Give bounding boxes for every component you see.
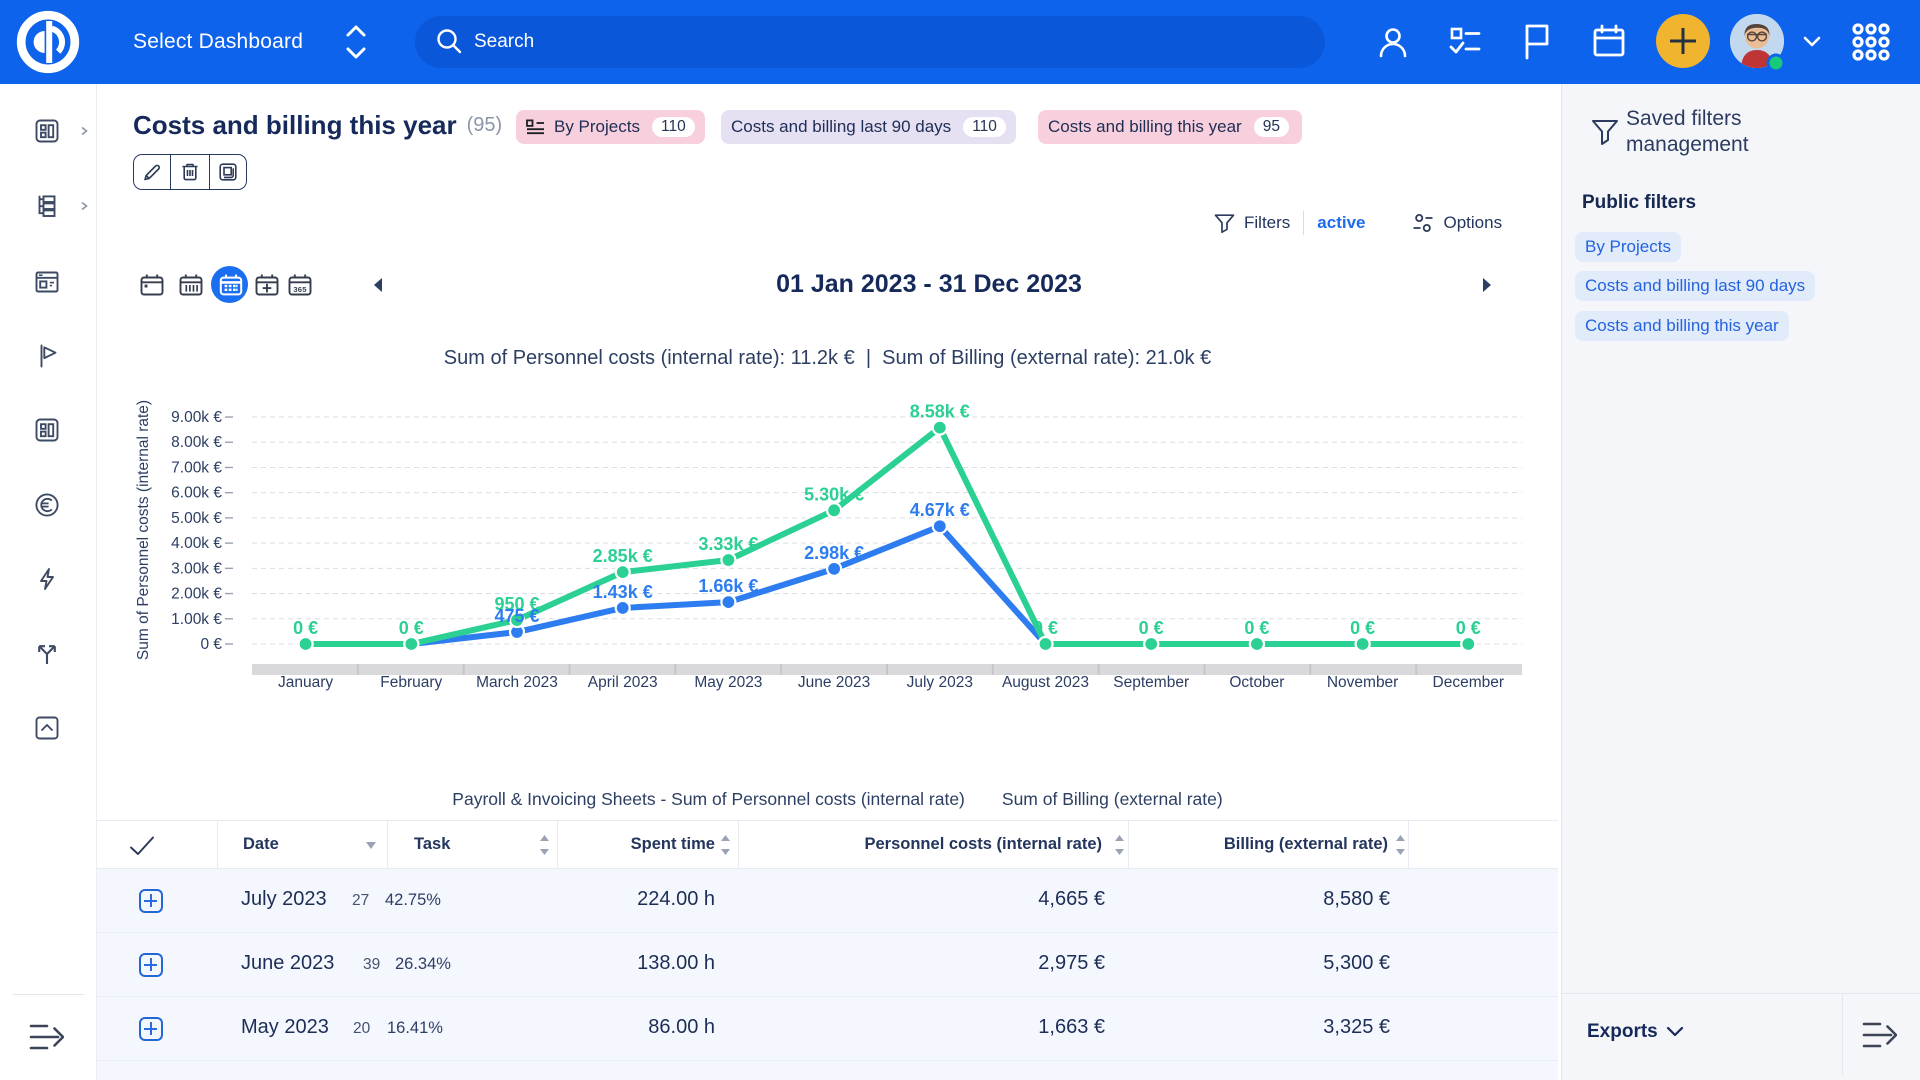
svg-text:1.00k €: 1.00k € — [171, 611, 222, 628]
svg-text:0 €: 0 € — [1244, 618, 1269, 638]
svg-text:June 2023: June 2023 — [798, 674, 870, 691]
svg-text:May 2023: May 2023 — [694, 674, 762, 691]
svg-text:2.85k €: 2.85k € — [593, 546, 653, 566]
svg-text:4.67k €: 4.67k € — [910, 500, 970, 520]
svg-text:April 2023: April 2023 — [588, 674, 658, 691]
svg-text:October: October — [1229, 674, 1284, 691]
svg-text:July 2023: July 2023 — [907, 674, 973, 691]
svg-text:4.00k €: 4.00k € — [171, 535, 222, 552]
svg-text:August 2023: August 2023 — [1002, 674, 1089, 691]
svg-text:1.66k €: 1.66k € — [698, 576, 758, 596]
svg-text:0 €: 0 € — [293, 618, 318, 638]
svg-text:September: September — [1113, 674, 1189, 691]
svg-text:2.00k €: 2.00k € — [171, 586, 222, 603]
svg-text:8.58k €: 8.58k € — [910, 402, 970, 422]
svg-text:6.00k €: 6.00k € — [171, 485, 222, 502]
svg-text:5.00k €: 5.00k € — [171, 510, 222, 527]
svg-text:3.33k €: 3.33k € — [698, 534, 758, 554]
svg-text:November: November — [1327, 674, 1399, 691]
svg-text:3.00k €: 3.00k € — [171, 560, 222, 577]
svg-text:1.43k €: 1.43k € — [593, 582, 653, 602]
svg-text:8.00k €: 8.00k € — [171, 434, 222, 451]
svg-text:December: December — [1433, 674, 1505, 691]
svg-text:March 2023: March 2023 — [476, 674, 558, 691]
svg-text:February: February — [380, 674, 442, 691]
svg-text:0 €: 0 € — [1350, 618, 1375, 638]
svg-text:7.00k €: 7.00k € — [171, 459, 222, 476]
svg-text:Sum of Personnel costs (intern: Sum of Personnel costs (internal rate) — [135, 400, 152, 660]
svg-text:0 €: 0 € — [1139, 618, 1164, 638]
svg-text:0 €: 0 € — [1456, 618, 1481, 638]
svg-text:January: January — [278, 674, 333, 691]
svg-text:9.00k €: 9.00k € — [171, 409, 222, 426]
svg-text:5.30k €: 5.30k € — [804, 484, 864, 504]
svg-text:0 €: 0 € — [399, 618, 424, 638]
svg-text:0 €: 0 € — [200, 636, 222, 653]
svg-text:475 €: 475 € — [494, 606, 539, 626]
svg-text:2.98k €: 2.98k € — [804, 543, 864, 563]
